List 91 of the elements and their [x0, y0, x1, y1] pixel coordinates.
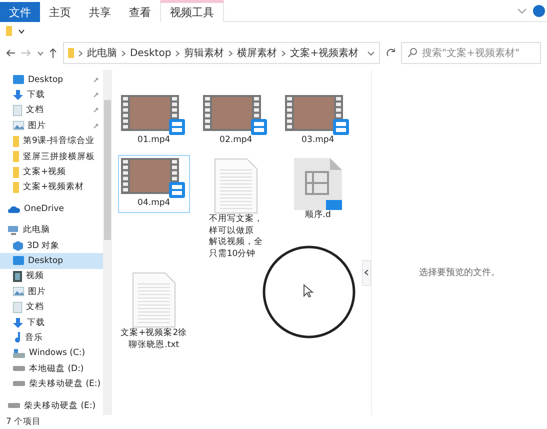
film-icon	[13, 270, 22, 282]
sidebar-item[interactable]: Desktop	[0, 72, 103, 88]
drive-icon	[13, 348, 25, 358]
sidebar-item[interactable]: 柴夫移动硬盘 (E:)	[0, 376, 103, 392]
sidebar-item[interactable]: Windows (C:)	[0, 346, 103, 362]
folder-icon	[13, 136, 19, 147]
path-segment[interactable]: 文案+视频素材	[290, 46, 359, 60]
sidebar-item[interactable]: 文案+视频	[0, 164, 103, 180]
file-name: 01.mp4	[138, 135, 170, 146]
chevron-right-icon[interactable]	[281, 50, 286, 56]
sidebar-item[interactable]: 竖屏三拼接横屏板	[0, 148, 103, 164]
up-arrow-icon[interactable]	[49, 48, 57, 58]
sidebar-item[interactable]: Desktop	[0, 253, 103, 269]
folder-icon	[13, 151, 19, 162]
music-note-icon	[13, 332, 21, 344]
refresh-icon[interactable]	[386, 48, 395, 58]
file-name: 03.mp4	[302, 135, 334, 146]
sidebar-item[interactable]: 音乐	[0, 330, 103, 346]
file-name: 04.mp4	[138, 198, 170, 210]
file-name: 不用写文案， 样可以做原 解说视频，全 只需10分钟	[208, 214, 263, 260]
folder-icon	[68, 48, 74, 58]
pin-icon[interactable]	[92, 92, 99, 98]
sidebar-item[interactable]: 文案+视频素材	[0, 180, 103, 196]
file-item[interactable]: 顺序.d	[282, 155, 354, 225]
path-segment[interactable]: 横屏素材	[237, 46, 278, 60]
picture-icon	[13, 287, 24, 296]
text-file-icon	[214, 158, 258, 214]
sidebar-item[interactable]: 图片	[0, 284, 103, 300]
video-thumbnail	[120, 158, 187, 198]
sidebar-item[interactable]: 本地磁盘 (D:)	[0, 361, 103, 376]
search-field[interactable]: 搜索"文案+视频素材"	[400, 42, 541, 64]
file-item[interactable]: 02.mp4	[200, 92, 272, 150]
chevron-right-icon[interactable]	[78, 50, 83, 56]
preview-message: 选择要预览的文件。	[418, 266, 500, 279]
folder-icon	[13, 182, 19, 193]
desktop-icon	[13, 256, 24, 266]
document-icon	[13, 302, 22, 313]
path-segment[interactable]: 此电脑	[86, 46, 117, 60]
chevron-right-icon[interactable]	[228, 50, 234, 56]
pin-icon[interactable]	[92, 76, 99, 83]
folder-icon	[13, 166, 19, 178]
sidebar-item[interactable]: 柴夫移动硬盘 (E:)	[0, 398, 103, 414]
chevron-right-icon[interactable]	[175, 50, 180, 56]
sidebar-item[interactable]: 此电脑	[0, 222, 103, 238]
file-item[interactable]: 04.mp4	[118, 155, 190, 213]
sidebar-item[interactable]: 下载	[0, 314, 103, 330]
file-name: 02.mp4	[220, 135, 252, 146]
sidebar-item[interactable]: 3D 对象	[0, 238, 103, 254]
pin-icon[interactable]	[92, 107, 99, 114]
sidebar-item[interactable]: 视频	[0, 268, 103, 284]
search-icon	[408, 48, 417, 57]
file-menu-button[interactable]: 文件	[0, 2, 40, 22]
cube-icon	[13, 240, 23, 251]
scrollbar[interactable]	[102, 70, 112, 415]
text-file-icon	[132, 272, 176, 328]
pin-icon[interactable]	[92, 122, 99, 129]
path-segment[interactable]: Desktop	[130, 48, 172, 58]
drive-icon	[8, 402, 20, 408]
drive-icon	[13, 381, 25, 388]
desktop-icon	[13, 75, 24, 84]
video-thumbnail	[284, 95, 351, 135]
sidebar-item[interactable]: 图片	[0, 118, 103, 134]
video-thumbnail	[202, 95, 269, 135]
sidebar-item[interactable]: 文档	[0, 102, 103, 118]
chevron-down-icon[interactable]	[18, 28, 25, 34]
media-file-icon	[294, 158, 342, 210]
picture-icon	[13, 121, 24, 130]
sidebar-item[interactable]: 第9课-抖音综合业	[0, 134, 103, 149]
video-thumbnail	[120, 95, 187, 135]
sidebar-item[interactable]: 下载	[0, 87, 103, 103]
file-name: 文案+视频案2徐 聊张晓恩.txt	[120, 328, 188, 352]
download-arrow-icon	[13, 318, 23, 328]
collapse-preview-button[interactable]	[362, 260, 371, 286]
drive-icon	[13, 366, 25, 372]
document-icon	[13, 104, 22, 116]
file-item[interactable]: 不用写文案， 样可以做原 解说视频，全 只需10分钟	[200, 155, 272, 264]
computer-icon	[8, 226, 19, 235]
address-bar[interactable]: 此电脑 Desktop 剪辑素材 横屏素材 文案+视频素材	[62, 42, 380, 64]
file-name: 顺序.d	[304, 210, 331, 222]
cloud-icon	[8, 204, 20, 213]
file-item[interactable]: 文案+视频案2徐 聊张晓恩.txt	[118, 269, 190, 354]
sidebar-item[interactable]: 文档	[0, 299, 103, 315]
chevron-left-icon	[364, 268, 369, 276]
back-arrow-icon[interactable]	[6, 49, 16, 57]
path-segment[interactable]: 剪辑素材	[184, 46, 224, 60]
file-item[interactable]: 03.mp4	[282, 92, 354, 150]
sidebar-item[interactable]: OneDrive	[0, 201, 103, 217]
download-arrow-icon	[13, 90, 23, 100]
file-item[interactable]: 01.mp4	[118, 92, 190, 150]
item-count: 7 个项目	[5, 416, 42, 429]
chevron-right-icon[interactable]	[120, 50, 126, 56]
